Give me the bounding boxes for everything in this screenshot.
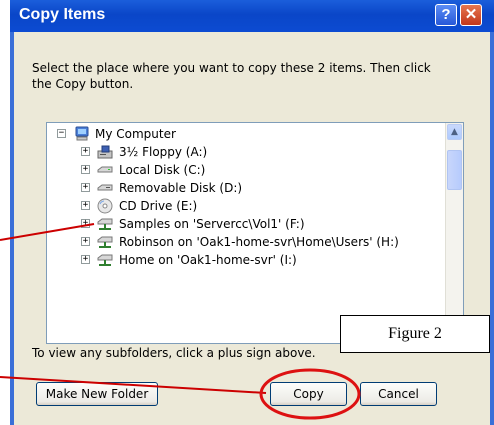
pointer-line-cd-drive	[0, 223, 95, 241]
pointer-line-copy-button	[0, 376, 267, 394]
annotation-overlay	[0, 223, 361, 420]
copy-highlight-circle	[259, 368, 361, 420]
